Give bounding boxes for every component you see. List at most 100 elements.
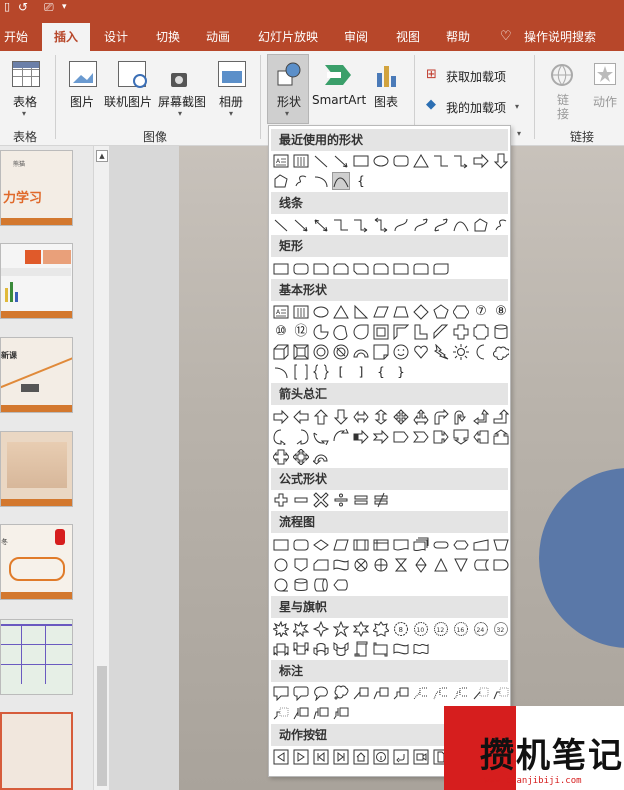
flowchart-document-shape-icon[interactable] (393, 537, 409, 553)
action-button-beginning-shape-icon[interactable] (313, 749, 329, 765)
curved-connector-shape-icon[interactable] (393, 217, 409, 233)
flowchart-multidocument-shape-icon[interactable] (413, 537, 429, 553)
vertical-scroll-shape-icon[interactable] (353, 641, 369, 657)
get-addins-button[interactable]: 获取加载项 (446, 68, 506, 85)
left-arrow-callout-shape-icon[interactable] (473, 429, 489, 445)
scroll-up-icon[interactable]: ▲ (96, 150, 108, 162)
plaque-shape-icon[interactable] (473, 324, 489, 340)
rounded-rectangular-callout-shape-icon[interactable] (293, 685, 309, 701)
tab-review[interactable]: 审阅 (344, 23, 368, 51)
explosion-1-shape-icon[interactable] (273, 621, 289, 637)
moon-shape-icon[interactable] (473, 344, 489, 360)
action-button-end-shape-icon[interactable] (333, 749, 349, 765)
rectangle-shape-icon[interactable] (353, 153, 369, 169)
picture-icon[interactable] (69, 61, 97, 87)
dodecagon-shape-icon[interactable]: ⑫ (293, 324, 309, 340)
thumbnail-scrollbar[interactable]: ▲ (93, 146, 109, 790)
left-brace-shape-icon[interactable]: { (353, 173, 369, 189)
table-icon[interactable] (12, 61, 40, 87)
explosion-2-shape-icon[interactable] (293, 621, 309, 637)
not-equal-shape-icon[interactable] (373, 492, 389, 508)
action-button-movie-shape-icon[interactable] (413, 749, 429, 765)
tab-animations[interactable]: 动画 (206, 23, 230, 51)
star-7-point-shape-icon[interactable] (373, 621, 389, 637)
snip-round-rectangle-shape-icon[interactable] (373, 261, 389, 277)
slide-thumbnail[interactable]: 熊猫 力学习 (0, 150, 73, 226)
rounded-rectangle-shape-icon[interactable] (393, 153, 409, 169)
oval-shape-icon[interactable] (373, 153, 389, 169)
left-right-arrow-shape-icon[interactable] (353, 409, 369, 425)
flowchart-offpage-connector-shape-icon[interactable] (293, 557, 309, 573)
line-shape-icon[interactable] (313, 153, 329, 169)
tab-design[interactable]: 设计 (104, 23, 128, 51)
action-icon[interactable] (594, 63, 616, 85)
slide-thumbnail[interactable] (0, 619, 73, 695)
left-brace-shape-icon[interactable]: { (373, 364, 389, 380)
tab-help[interactable]: 帮助 (446, 23, 470, 51)
right-arrow-shape-icon[interactable] (273, 409, 289, 425)
arrow-line-shape-icon[interactable] (293, 217, 309, 233)
flowchart-alternate-process-shape-icon[interactable] (293, 537, 309, 553)
plus-shape-icon[interactable] (273, 492, 289, 508)
right-triangle-shape-icon[interactable] (353, 304, 369, 320)
action-button-home-shape-icon[interactable] (353, 749, 369, 765)
action-button-return-shape-icon[interactable] (393, 749, 409, 765)
star-4-point-shape-icon[interactable] (313, 621, 329, 637)
flowchart-data-shape-icon[interactable] (333, 537, 349, 553)
left-arrow-shape-icon[interactable] (293, 409, 309, 425)
line-callout-1-border-accent-shape-icon[interactable] (293, 705, 309, 721)
can-shape-icon[interactable] (493, 324, 509, 340)
presentation-start-icon[interactable]: ⎚ (44, 0, 54, 15)
cloud-shape-icon[interactable] (493, 344, 509, 360)
line-callout-3-accent-shape-icon[interactable] (453, 685, 469, 701)
equal-shape-icon[interactable] (353, 492, 369, 508)
elbow-connector-shape-icon[interactable] (333, 217, 349, 233)
double-bracket-shape-icon[interactable] (293, 364, 309, 380)
heptagon-shape-icon[interactable]: ⑦ (473, 304, 489, 320)
tab-view[interactable]: 视图 (396, 23, 420, 51)
curved-down-arrow-shape-icon[interactable] (333, 429, 349, 445)
ribbon-down-shape-icon[interactable] (293, 641, 309, 657)
flowchart-magnetic-disk-shape-icon[interactable] (293, 577, 309, 593)
curve-shape-icon[interactable] (453, 217, 469, 233)
half-frame-shape-icon[interactable] (393, 324, 409, 340)
bent-up-arrow-shape-icon[interactable] (493, 409, 509, 425)
flowchart-manual-input-shape-icon[interactable] (473, 537, 489, 553)
flowchart-stored-data-shape-icon[interactable] (473, 557, 489, 573)
up-arrow-callout-shape-icon[interactable] (493, 429, 509, 445)
right-arrow-callout-shape-icon[interactable] (433, 429, 449, 445)
heart-shape-icon[interactable] (413, 344, 429, 360)
curved-double-arrow-shape-icon[interactable] (433, 217, 449, 233)
pie-shape-icon[interactable] (313, 324, 329, 340)
left-bracket-shape-icon[interactable]: [ (333, 364, 349, 380)
line-callout-2-border-accent-shape-icon[interactable] (313, 705, 329, 721)
tell-me-search[interactable]: 操作说明搜索 (524, 23, 596, 51)
my-addins-button[interactable]: 我的加载项 (446, 99, 506, 116)
oval-callout-shape-icon[interactable] (313, 685, 329, 701)
action-button-information-shape-icon[interactable] (373, 749, 389, 765)
snip-diagonal-rectangle-shape-icon[interactable] (353, 261, 369, 277)
table-button-label[interactable]: 表格 (13, 93, 37, 110)
flowchart-direct-access-storage-shape-icon[interactable] (313, 577, 329, 593)
freeform-shape-icon[interactable] (273, 173, 289, 189)
flowchart-sort-shape-icon[interactable] (413, 557, 429, 573)
arc-shape-icon[interactable] (313, 173, 329, 189)
star-10-point-shape-icon[interactable]: 10 (413, 621, 429, 637)
curved-left-arrow-shape-icon[interactable] (293, 429, 309, 445)
right-brace-shape-icon[interactable]: } (393, 364, 409, 380)
flowchart-process-shape-icon[interactable] (273, 537, 289, 553)
tab-insert[interactable]: 插入 (42, 23, 90, 51)
smiley-face-shape-icon[interactable] (393, 344, 409, 360)
slide-thumbnail-selected[interactable] (0, 712, 73, 790)
scrollbar-thumb[interactable] (97, 666, 107, 786)
left-up-arrow-shape-icon[interactable] (473, 409, 489, 425)
striped-right-arrow-shape-icon[interactable] (353, 429, 369, 445)
no-symbol-shape-icon[interactable] (333, 344, 349, 360)
photo-album-button-label[interactable]: 相册 (219, 93, 243, 110)
screenshot-button-label[interactable]: 屏幕截图 (158, 93, 206, 110)
line-callout-2-no-border-shape-icon[interactable] (493, 685, 509, 701)
flowchart-delay-shape-icon[interactable] (493, 557, 509, 573)
round-same-side-rectangle-shape-icon[interactable] (413, 261, 429, 277)
scribble-shape-icon[interactable] (293, 173, 309, 189)
flowchart-preparation-shape-icon[interactable] (453, 537, 469, 553)
